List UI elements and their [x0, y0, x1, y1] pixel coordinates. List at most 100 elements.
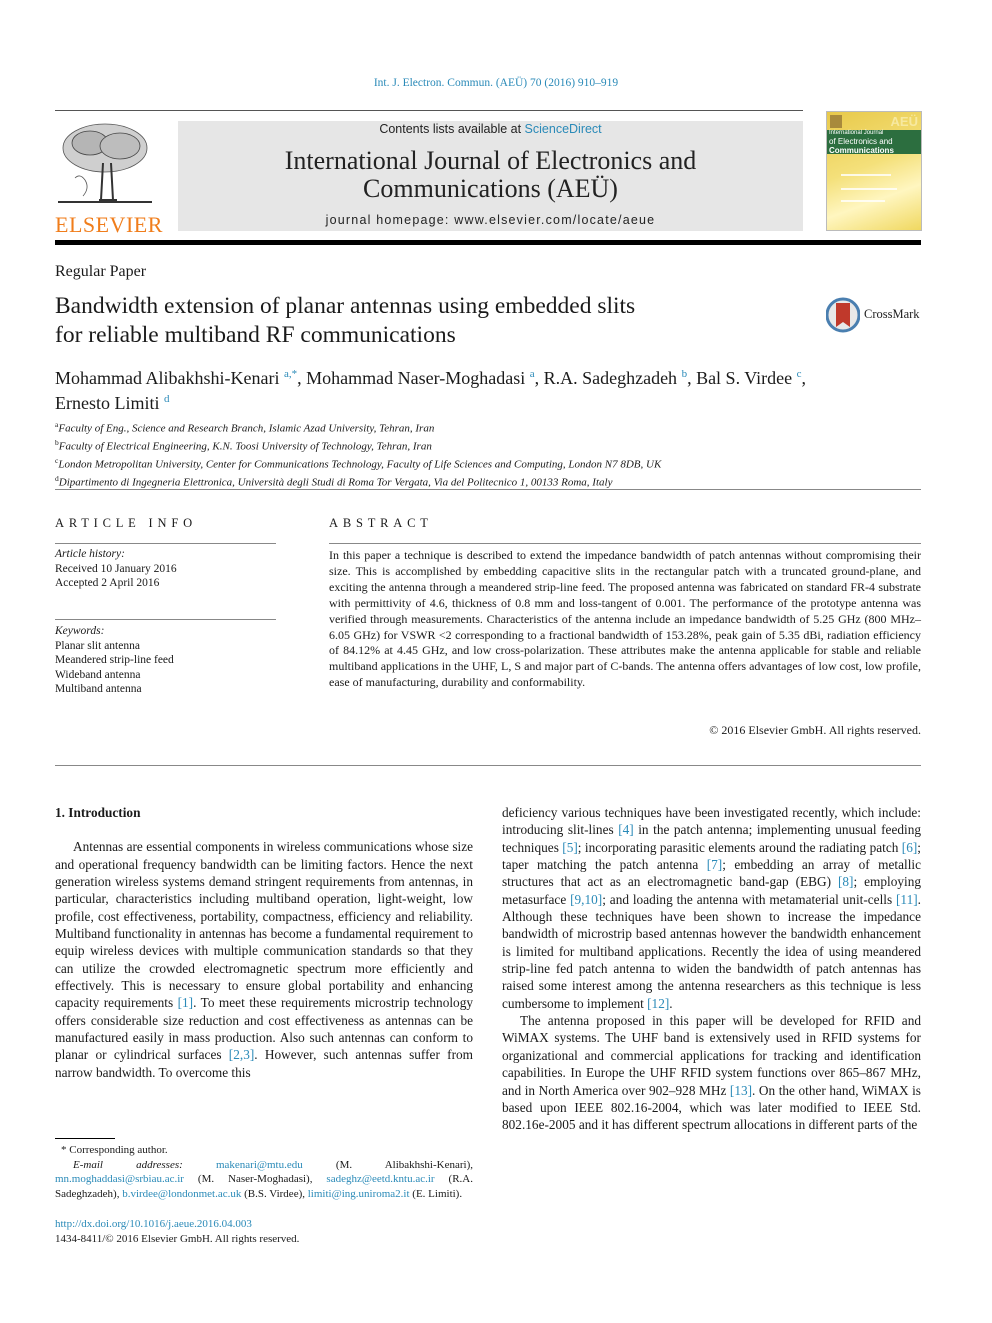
issn-copyright: 1434-8411/© 2016 Elsevier GmbH. All righ… — [55, 1232, 300, 1245]
article-title-line1: Bandwidth extension of planar antennas u… — [55, 293, 636, 319]
cover-elsevier-icon — [830, 115, 842, 128]
keyword: Meandered strip-line feed — [55, 654, 174, 666]
cover-badge: AEÜ — [890, 114, 918, 129]
sciencedirect-link[interactable]: ScienceDirect — [525, 122, 602, 136]
divider — [329, 543, 921, 544]
affiliation: bFaculty of Electrical Engineering, K.N.… — [55, 436, 921, 454]
journal-banner: Contents lists available at ScienceDirec… — [178, 121, 803, 231]
reference-link[interactable]: [7] — [707, 857, 723, 872]
author[interactable]: Ernesto Limiti d — [55, 393, 169, 413]
author-affil-marker[interactable]: d — [164, 393, 170, 405]
abstract-text: In this paper a technique is described t… — [329, 548, 921, 690]
text-run: . — [669, 995, 673, 1011]
cover-line3: Communications — [829, 146, 894, 155]
author-name: R.A. Sadeghzadeh — [543, 368, 678, 388]
article-info-heading: ARTICLE INFO — [55, 516, 197, 530]
email-link[interactable]: b.virdee@londonmet.ac.uk — [122, 1188, 241, 1200]
article-type: Regular Paper — [55, 263, 147, 280]
elsevier-wordmark: ELSEVIER — [55, 212, 163, 237]
footnotes: * Corresponding author. E-mail addresses… — [55, 1143, 473, 1201]
keywords: Keywords: Planar slit antenna Meandered … — [55, 624, 276, 697]
journal-title: International Journal of Electronics and… — [178, 147, 803, 203]
received-date: Received 10 January 2016 — [55, 562, 177, 575]
abstract-heading: ABSTRACT — [329, 516, 433, 530]
doi-link[interactable]: http://dx.doi.org/10.1016/j.aeue.2016.04… — [55, 1218, 252, 1230]
email-addresses: E-mail addresses: makenari@mtu.edu (M. A… — [55, 1158, 473, 1202]
body-column-right: deficiency various techniques have been … — [502, 804, 921, 1134]
doi-block: http://dx.doi.org/10.1016/j.aeue.2016.04… — [55, 1217, 299, 1246]
affiliation: cLondon Metropolitan University, Center … — [55, 454, 921, 472]
affiliation-text: London Metropolitan University, Center f… — [58, 458, 662, 471]
divider — [55, 543, 276, 544]
author[interactable]: R.A. Sadeghzadeh b — [544, 368, 687, 388]
journal-homepage[interactable]: journal homepage: www.elsevier.com/locat… — [178, 213, 803, 227]
reference-link[interactable]: [6] — [902, 840, 918, 855]
keywords-label: Keywords: — [55, 625, 105, 637]
reference-link[interactable]: [11] — [896, 892, 918, 907]
author-separator: , — [534, 368, 544, 388]
crossmark-label: CrossMark — [864, 307, 920, 321]
author-list: Mohammad Alibakhshi-Kenari a,*, Mohammad… — [55, 364, 921, 414]
author-name: Ernesto Limiti — [55, 393, 160, 413]
reference-link[interactable]: [2,3] — [229, 1047, 254, 1062]
keyword: Wideband antenna — [55, 668, 141, 681]
cover-title-band: International Journal of Electronics and… — [827, 130, 921, 155]
journal-citation[interactable]: Int. J. Electron. Commun. (AEÜ) 70 (2016… — [0, 77, 992, 89]
email-owner: (B.S. Virdee), — [241, 1187, 308, 1200]
reference-link[interactable]: [5] — [562, 840, 578, 855]
text-run: ; incorporating parasitic elements aroun… — [577, 839, 902, 855]
abstract-copyright: © 2016 Elsevier GmbH. All rights reserve… — [709, 723, 921, 737]
author-name: Mohammad Naser-Moghadasi — [306, 368, 526, 388]
reference-link[interactable]: [9,10] — [570, 892, 602, 907]
author-separator: , — [297, 368, 307, 388]
cover-decor-line — [841, 174, 891, 176]
email-owner: (M. Alibakhshi-Kenari), — [302, 1158, 473, 1171]
crossmark-button[interactable]: CrossMark — [826, 297, 926, 333]
elsevier-tree-icon — [55, 118, 155, 208]
header-rule — [55, 110, 803, 111]
affiliation: dDipartimento di Ingegneria Elettronica,… — [55, 472, 921, 490]
keyword: Multiband antenna — [55, 683, 142, 695]
author[interactable]: Mohammad Alibakhshi-Kenari a,* — [55, 368, 297, 388]
reference-link[interactable]: [13] — [730, 1083, 752, 1098]
reference-link[interactable]: [8] — [838, 874, 854, 889]
divider — [55, 619, 276, 620]
email-link[interactable]: makenari@mtu.edu — [216, 1159, 303, 1171]
email-link[interactable]: mn.moghaddasi@srbiau.ac.ir — [55, 1173, 184, 1185]
journal-cover-thumbnail[interactable]: AEÜ International Journal of Electronics… — [826, 111, 922, 231]
divider — [55, 765, 921, 766]
elsevier-logo[interactable]: ELSEVIER — [55, 118, 163, 237]
contents-prefix: Contents lists available at — [379, 122, 525, 136]
author[interactable]: Bal S. Virdee c — [696, 368, 801, 388]
article-title: Bandwidth extension of planar antennas u… — [55, 292, 755, 350]
email-label: E-mail addresses: — [73, 1158, 183, 1171]
body-column-left: 1. Introduction Antennas are essential c… — [55, 804, 473, 1081]
author-name: Mohammad Alibakhshi-Kenari — [55, 368, 280, 388]
article-history: Article history: Received 10 January 201… — [55, 547, 276, 591]
text-run: . Although these techniques have been sh… — [502, 891, 921, 1011]
affiliation-text: Faculty of Eng., Science and Research Br… — [58, 422, 435, 435]
keyword: Planar slit antenna — [55, 639, 140, 652]
reference-link[interactable]: [1] — [178, 995, 194, 1010]
author-name: Bal S. Virdee — [696, 368, 793, 388]
text-run: ; and loading the antenna with metamater… — [602, 891, 896, 907]
affiliations: aFaculty of Eng., Science and Research B… — [55, 418, 921, 491]
body-paragraph: The antenna proposed in this paper will … — [502, 1012, 921, 1133]
accepted-date: Accepted 2 April 2016 — [55, 577, 160, 589]
author-affil-marker[interactable]: a,* — [284, 368, 297, 380]
journal-title-line2: Communications (AEÜ) — [363, 174, 618, 203]
corresponding-author-note: * Corresponding author. — [61, 1144, 168, 1156]
divider — [55, 489, 921, 490]
author[interactable]: Mohammad Naser-Moghadasi a — [306, 368, 534, 388]
body-paragraph: Antennas are essential components in wir… — [55, 838, 473, 1081]
history-label: Article history: — [55, 548, 125, 560]
crossmark-icon — [826, 297, 860, 333]
article-title-line2: for reliable multiband RF communications — [55, 322, 456, 348]
email-link[interactable]: limiti@ing.uniroma2.it — [308, 1188, 410, 1200]
email-link[interactable]: sadeghz@eetd.kntu.ac.ir — [326, 1173, 434, 1185]
cover-decor-line — [841, 200, 885, 202]
affiliation: aFaculty of Eng., Science and Research B… — [55, 418, 921, 436]
reference-link[interactable]: [12] — [647, 996, 669, 1011]
body-paragraph: deficiency various techniques have been … — [502, 804, 921, 1012]
reference-link[interactable]: [4] — [618, 822, 634, 837]
